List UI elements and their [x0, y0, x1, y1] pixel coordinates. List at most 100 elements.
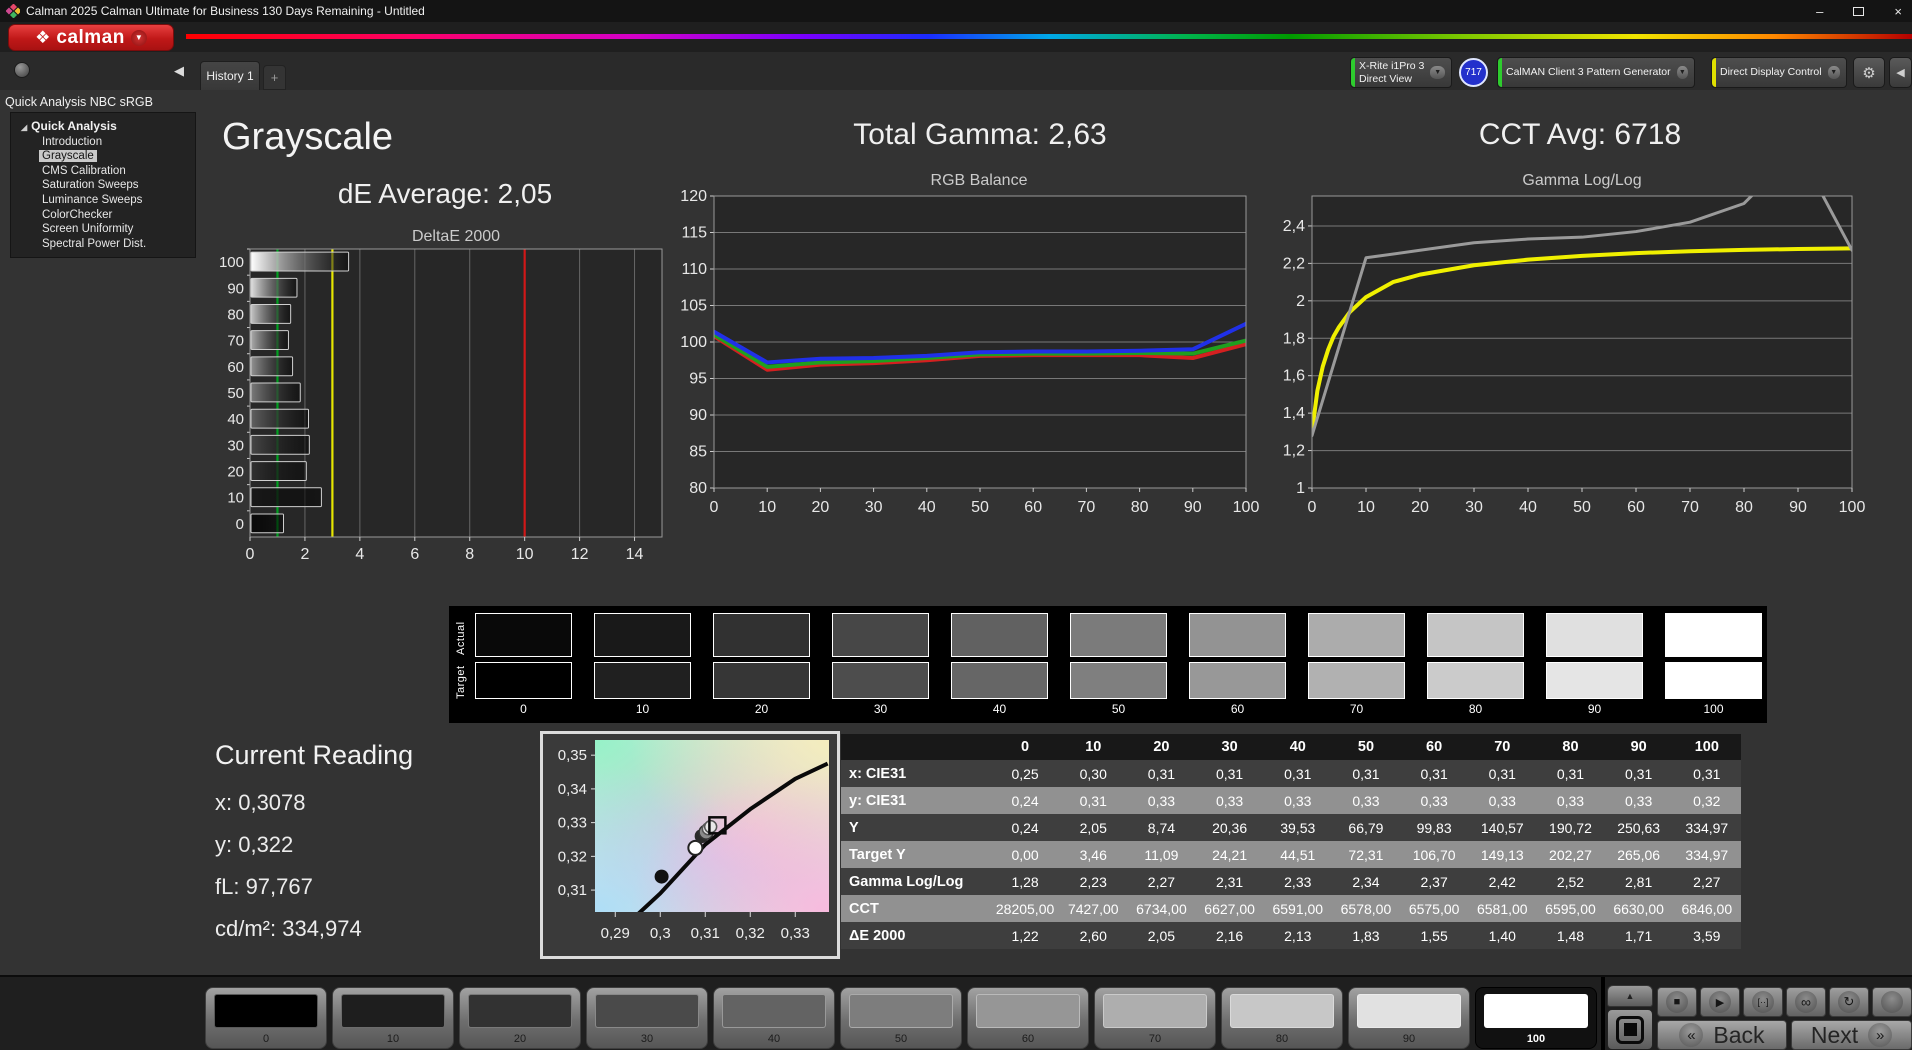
next-button[interactable]: Next »: [1791, 1020, 1912, 1050]
svg-text:2: 2: [300, 546, 309, 563]
table-cell: 2,31: [1196, 874, 1264, 890]
record-button[interactable]: [1872, 987, 1912, 1017]
table-cell: 0,00: [991, 847, 1059, 863]
transport-play-button[interactable]: ▶: [1700, 987, 1740, 1017]
spectrum-stripe: [186, 34, 1912, 39]
table-cell: 140,57: [1468, 820, 1536, 836]
pattern-window-button[interactable]: [··]: [1743, 987, 1783, 1017]
sidebar-item-luminance-sweeps[interactable]: Luminance Sweeps: [39, 194, 145, 206]
continuous-read-button[interactable]: ∞: [1786, 987, 1826, 1017]
meter-dropdown-display-control[interactable]: Direct Display Control ▼: [1711, 57, 1847, 88]
workspace-orb-button[interactable]: [14, 62, 30, 78]
table-cell: 1,22: [991, 928, 1059, 944]
swatch-level-label: 20: [713, 702, 810, 716]
table-cell: 8,74: [1127, 820, 1195, 836]
tab-bar: ◀ History 1 + X-Rite i1Pro 3 Direct View…: [0, 52, 1912, 90]
pattern-level-button-50[interactable]: 50: [840, 987, 962, 1049]
row-label: Y: [841, 820, 991, 836]
chevron-down-icon: ▼: [1828, 66, 1840, 79]
transport-stop-button[interactable]: ■: [1657, 987, 1697, 1017]
target-swatch-30: [832, 662, 929, 699]
row-label: Target Y: [841, 847, 991, 863]
meter-reading-badge[interactable]: 717: [1459, 58, 1488, 87]
pattern-level-button-20[interactable]: 20: [459, 987, 581, 1049]
table-row--e-2000: ΔE 20001,222,602,052,162,131,831,551,401…: [841, 922, 1741, 949]
repeat-read-button[interactable]: ↻: [1829, 987, 1869, 1017]
sidebar-item-spectral-power-dist-[interactable]: Spectral Power Dist.: [39, 238, 149, 250]
sidebar-item-cms-calibration[interactable]: CMS Calibration: [39, 165, 129, 177]
meter-dropdown-pattern-generator[interactable]: CalMAN Client 3 Pattern Generator ▼: [1497, 57, 1695, 88]
table-cell: 250,63: [1605, 820, 1673, 836]
actual-swatch-80: [1427, 613, 1524, 657]
table-cell: 2,60: [1059, 928, 1127, 944]
table-cell: 1,40: [1468, 928, 1536, 944]
pattern-level-button-70[interactable]: 70: [1094, 987, 1216, 1049]
meter-status-edge: [1351, 58, 1355, 87]
pattern-level-button-60[interactable]: 60: [967, 987, 1089, 1049]
calman-menu-button[interactable]: ❖ calman ▼: [8, 24, 174, 51]
pattern-level-button-30[interactable]: 30: [586, 987, 708, 1049]
minimize-icon[interactable]: –: [1816, 4, 1823, 19]
pattern-chip: [976, 994, 1080, 1028]
strip-expand-button[interactable]: ▲: [1607, 985, 1653, 1007]
svg-text:0,33: 0,33: [558, 815, 587, 832]
table-cell: 2,05: [1059, 820, 1127, 836]
pattern-chip: [1357, 994, 1461, 1028]
pattern-chip: [1230, 994, 1334, 1028]
pattern-level-label: 0: [206, 1033, 326, 1045]
svg-text:85: 85: [689, 444, 707, 461]
meter-dropdown-xrite[interactable]: X-Rite i1Pro 3 Direct View ▼: [1350, 57, 1452, 88]
stop-pattern-button[interactable]: [1607, 1009, 1653, 1050]
pattern-level-button-100[interactable]: 100: [1475, 987, 1597, 1049]
table-cell: 6595,00: [1536, 901, 1604, 917]
table-row-cct: CCT28205,007427,006734,006627,006591,006…: [841, 895, 1741, 922]
sidebar-item-introduction[interactable]: Introduction: [39, 136, 105, 148]
tab-history-1[interactable]: History 1: [200, 61, 260, 90]
row-label: y: CIE31: [841, 793, 991, 809]
pattern-level-button-10[interactable]: 10: [332, 987, 454, 1049]
maximize-icon[interactable]: [1853, 7, 1864, 16]
actual-swatch-30: [832, 613, 929, 657]
bar-level-50: [251, 383, 300, 402]
sidebar-item-grayscale[interactable]: Grayscale: [39, 150, 97, 162]
svg-text:80: 80: [227, 306, 244, 323]
svg-text:100: 100: [680, 334, 707, 351]
table-cell: 28205,00: [991, 901, 1059, 917]
pattern-level-button-80[interactable]: 80: [1221, 987, 1343, 1049]
target-swatch-40: [951, 662, 1048, 699]
bar-level-90: [251, 278, 297, 297]
calman-diamond-icon: ❖: [35, 29, 50, 46]
reading-x: x: 0,3078: [215, 790, 306, 816]
svg-text:105: 105: [680, 298, 707, 315]
gamma-line-chart: 11,21,41,61,822,22,401020304050607080901…: [1266, 186, 1866, 562]
table-cell: 2,05: [1127, 928, 1195, 944]
tree-root-quick-analysis[interactable]: ◢Quick Analysis: [21, 119, 195, 133]
add-tab-button[interactable]: +: [263, 65, 286, 90]
bar-level-70: [251, 331, 288, 350]
bar-level-100: [251, 252, 349, 271]
bar-level-0: [251, 514, 284, 533]
svg-text:2: 2: [1296, 293, 1305, 310]
panel-collapse-button[interactable]: ◀: [1889, 57, 1912, 88]
record-circle-icon: [1881, 991, 1903, 1013]
table-cell: 2,81: [1605, 874, 1673, 890]
svg-text:20: 20: [812, 499, 830, 516]
calman-logo-text: calman: [56, 27, 124, 49]
meter-label: Direct Display Control: [1720, 66, 1822, 78]
actual-swatch-70: [1308, 613, 1405, 657]
sidebar-item-screen-uniformity[interactable]: Screen Uniformity: [39, 223, 136, 235]
grayscale-data-table: 0102030405060708090100x: CIE310,250,300,…: [841, 734, 1741, 949]
sidebar-collapse-icon[interactable]: ◀: [174, 63, 184, 79]
svg-text:10: 10: [1357, 499, 1375, 516]
stop-icon: [1616, 1016, 1644, 1044]
pattern-level-button-0[interactable]: 0: [205, 987, 327, 1049]
back-button[interactable]: « Back: [1657, 1020, 1787, 1050]
sidebar-item-colorchecker[interactable]: ColorChecker: [39, 209, 115, 221]
pattern-chip: [595, 994, 699, 1028]
svg-text:90: 90: [1789, 499, 1807, 516]
pattern-level-button-40[interactable]: 40: [713, 987, 835, 1049]
settings-button[interactable]: ⚙: [1853, 57, 1885, 88]
close-icon[interactable]: ×: [1894, 4, 1902, 19]
sidebar-item-saturation-sweeps[interactable]: Saturation Sweeps: [39, 179, 142, 191]
pattern-level-button-90[interactable]: 90: [1348, 987, 1470, 1049]
